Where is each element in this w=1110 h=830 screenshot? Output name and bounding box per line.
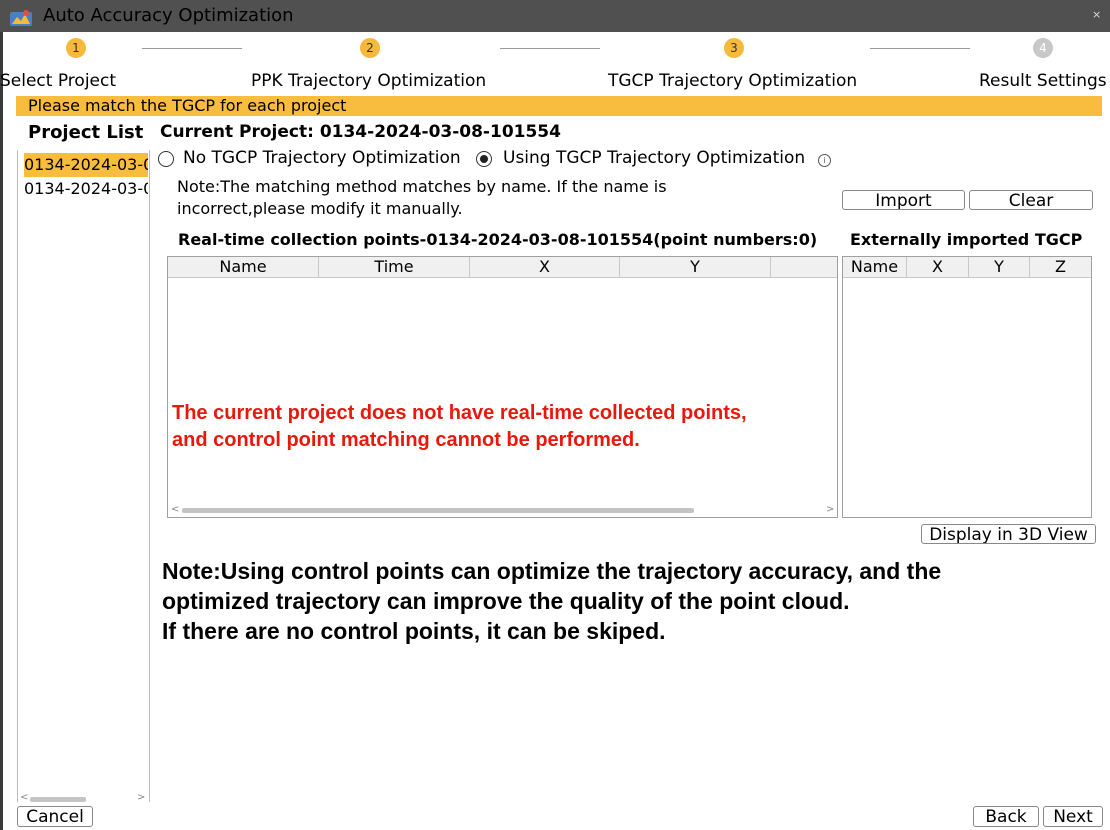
- table-header: Name X Y Z: [843, 257, 1091, 278]
- external-tgcp-table[interactable]: Name X Y Z: [842, 256, 1092, 518]
- step-4-label: Result Settings: [979, 71, 1107, 91]
- column-header-z[interactable]: Z: [1030, 257, 1091, 277]
- window-title: Auto Accuracy Optimization: [43, 5, 294, 26]
- matching-note-line: incorrect,please modify it manually.: [177, 199, 463, 218]
- no-tgcp-radio[interactable]: [158, 151, 174, 167]
- column-header-time[interactable]: Time: [319, 257, 470, 277]
- column-header-x[interactable]: X: [470, 257, 620, 277]
- warning-line: and control point matching cannot be per…: [172, 429, 640, 451]
- bottom-note-line: optimized trajectory can improve the qua…: [162, 588, 850, 614]
- scroll-right-icon[interactable]: >: [826, 503, 834, 517]
- step-1-icon: 1: [66, 38, 86, 58]
- window-border: [0, 32, 3, 830]
- using-tgcp-label[interactable]: Using TGCP Trajectory Optimization: [503, 148, 805, 168]
- project-list-title: Project List: [28, 122, 144, 143]
- table-header: Name Time X Y: [168, 257, 837, 278]
- bottom-note-line: Note:Using control points can optimize t…: [162, 558, 942, 584]
- column-header-name[interactable]: Name: [168, 257, 319, 277]
- warning-line: The current project does not have real-t…: [172, 402, 747, 424]
- scroll-left-icon[interactable]: <: [171, 503, 179, 517]
- column-header-y[interactable]: Y: [620, 257, 771, 277]
- step-3-label: TGCP Trajectory Optimization: [608, 71, 858, 91]
- horizontal-scrollbar[interactable]: < >: [168, 503, 837, 517]
- column-header-name[interactable]: Name: [843, 257, 907, 277]
- step-2-label: PPK Trajectory Optimization: [251, 71, 487, 91]
- info-icon[interactable]: i: [818, 154, 831, 167]
- display-3d-button[interactable]: Display in 3D View: [921, 524, 1096, 544]
- clear-button[interactable]: Clear: [969, 190, 1093, 210]
- import-button[interactable]: Import: [842, 190, 965, 210]
- realtime-points-table[interactable]: Name Time X Y < >: [167, 256, 838, 518]
- banner-text: Please match the TGCP for each project: [28, 96, 347, 115]
- column-header-x[interactable]: X: [907, 257, 969, 277]
- next-button[interactable]: Next: [1043, 806, 1103, 827]
- step-connector: [870, 48, 970, 49]
- app-logo-icon: [10, 8, 32, 26]
- project-list-item[interactable]: 0134-2024-03-08-101554: [24, 177, 148, 201]
- bottom-note-line: If there are no control points, it can b…: [162, 618, 666, 644]
- step-3-icon: 3: [724, 38, 744, 58]
- step-4-icon: 4: [1033, 38, 1053, 58]
- external-table-title: Externally imported TGCP: [850, 230, 1083, 249]
- column-header-y[interactable]: Y: [969, 257, 1030, 277]
- cancel-button[interactable]: Cancel: [17, 806, 93, 827]
- scrollbar-thumb[interactable]: [182, 508, 694, 513]
- project-list: [17, 150, 150, 802]
- using-tgcp-radio[interactable]: [476, 151, 492, 167]
- matching-note-line: Note:The matching method matches by name…: [177, 177, 667, 196]
- step-connector: [142, 48, 242, 49]
- radio-selected-dot: [479, 154, 488, 163]
- project-list-scrollbar[interactable]: < >: [20, 792, 145, 804]
- close-icon[interactable]: ×: [1092, 8, 1101, 21]
- column-header-extra: [771, 257, 837, 277]
- step-1-label: Select Project: [0, 71, 117, 91]
- current-project-label: Current Project: 0134-2024-03-08-101554: [160, 122, 561, 142]
- step-2-icon: 2: [360, 38, 380, 58]
- step-connector: [500, 48, 600, 49]
- no-tgcp-label[interactable]: No TGCP Trajectory Optimization: [183, 148, 461, 168]
- no-points-warning: The current project does not have real-t…: [172, 400, 837, 454]
- matching-note: Note:The matching method matches by name…: [177, 176, 737, 220]
- back-button[interactable]: Back: [973, 806, 1039, 827]
- realtime-table-title: Real-time collection points-0134-2024-03…: [178, 230, 818, 249]
- bottom-note: Note:Using control points can optimize t…: [162, 556, 941, 646]
- project-list-item[interactable]: 0134-2024-03-08-101554: [24, 153, 148, 177]
